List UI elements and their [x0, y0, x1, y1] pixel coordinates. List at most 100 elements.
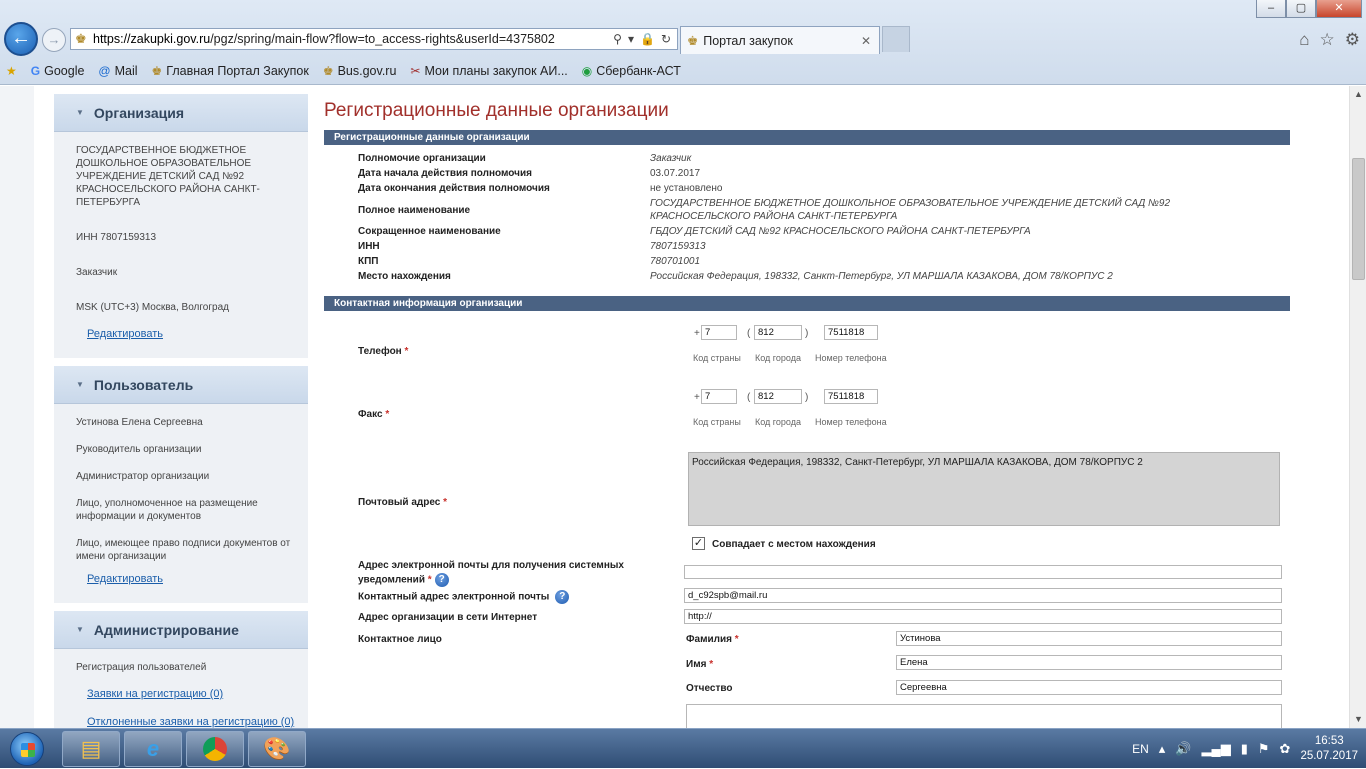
taskbar-internet-explorer[interactable]: e: [124, 731, 182, 767]
system-email-input[interactable]: [684, 565, 1282, 579]
page-scrollbar[interactable]: ▲ ▼: [1349, 86, 1366, 728]
website-input[interactable]: http://: [684, 609, 1282, 624]
back-button[interactable]: ←: [4, 22, 38, 56]
scroll-down-arrow-icon[interactable]: ▼: [1350, 711, 1366, 728]
action-center-flag-icon[interactable]: ⚑: [1258, 741, 1270, 757]
surname-input[interactable]: Устинова: [896, 631, 1282, 646]
fax-city-code-input[interactable]: 812: [754, 389, 802, 404]
tools-icon: ✂: [410, 64, 421, 78]
new-tab-button[interactable]: [882, 26, 910, 52]
system-tray: EN ▴ 🔊 ▂▄▆ ▮ ⚑ ✿ 16:53 25.07.2017: [1132, 729, 1358, 769]
favorites-bar: ★ G Google @ Mail ♚ Главная Портал Закупок …: [0, 60, 1366, 82]
windows-taskbar: ▤ e 🎨 EN ▴ 🔊 ▂▄▆ ▮ ⚑ ✿ 16:53 25.07.2017: [0, 728, 1366, 768]
sidebar-panel-header[interactable]: ▼ Пользователь: [54, 366, 308, 404]
same-as-location-checkbox[interactable]: ✓: [692, 537, 705, 550]
favorites-add-icon[interactable]: ★: [6, 64, 17, 78]
org-name: ГОСУДАРСТВЕННОЕ БЮДЖЕТНОЕ ДОШКОЛЬНОЕ ОБР…: [76, 145, 260, 208]
clock-date: 25.07.2017: [1300, 750, 1358, 762]
sidebar-panel-admin: ▼ Администрирование Регистрация пользова…: [54, 611, 308, 728]
contact-person-label: Контактное лицо: [358, 634, 442, 645]
tray-arrow-icon[interactable]: ▴: [1159, 741, 1166, 757]
sidebar-panel-user: ▼ Пользователь Устинова Елена Сергеевна …: [54, 366, 308, 603]
contact-email-label: Контактный адрес электронной почты?: [358, 590, 570, 604]
clock[interactable]: 16:53 25.07.2017: [1300, 734, 1358, 764]
minimize-button[interactable]: –: [1256, 0, 1286, 18]
refresh-icon[interactable]: ↻: [661, 32, 671, 46]
surname-label: Фамилия *: [686, 634, 739, 645]
search-icon[interactable]: ⚲: [613, 32, 622, 46]
org-timezone: MSK (UTC+3) Москва, Волгоград: [76, 302, 229, 313]
user-role: Лицо, уполномоченное на размещение инфор…: [76, 498, 258, 522]
patronymic-input[interactable]: Сергеевна: [896, 680, 1282, 695]
network-signal-icon[interactable]: ▂▄▆: [1202, 741, 1231, 757]
field-label: Дата начала действия полномочия: [358, 168, 532, 179]
folder-icon: ▤: [80, 736, 102, 761]
section-header-registration: Регистрационные данные организации: [324, 130, 1290, 145]
collapse-triangle-icon: ▼: [76, 380, 84, 389]
rejected-requests-link[interactable]: Отклоненные заявки на регистрацию (0): [87, 716, 308, 728]
field-value: не установлено: [650, 183, 723, 194]
org-inn: ИНН 7807159313: [76, 232, 157, 243]
main-content: Регистрационные данные организации Регис…: [324, 100, 1290, 311]
favorite-busgov[interactable]: ♚ Bus.gov.ru: [323, 64, 397, 78]
field-value: 03.07.2017: [650, 168, 701, 179]
postal-address-textarea[interactable]: Российская Федерация, 198332, Санкт-Пете…: [688, 452, 1280, 526]
fax-country-code-input[interactable]: 7: [701, 389, 737, 404]
phone-number-caption: Номер телефона: [815, 417, 887, 427]
page-gutter: [0, 86, 34, 728]
edit-user-link[interactable]: Редактировать: [87, 573, 308, 585]
field-label: Дата окончания действия полномочия: [358, 183, 550, 194]
phone-label: Телефон *: [358, 346, 409, 357]
address-bar[interactable]: ♚ https://zakupki.gov.ru/pgz/spring/main…: [70, 28, 678, 50]
contact-email-input[interactable]: d_c92spb@mail.ru: [684, 588, 1282, 603]
close-tab-icon[interactable]: ✕: [861, 34, 871, 48]
help-icon[interactable]: ?: [555, 590, 570, 604]
contact-extra-textarea[interactable]: [686, 704, 1282, 728]
close-window-button[interactable]: ✕: [1316, 0, 1362, 18]
field-value: 780701001: [650, 256, 701, 267]
taskbar-explorer[interactable]: ▤: [62, 731, 120, 767]
tray-app-icon[interactable]: ✿: [1280, 741, 1291, 757]
help-icon[interactable]: ?: [434, 573, 449, 587]
dropdown-icon[interactable]: ▾: [628, 32, 634, 46]
url-text[interactable]: https://zakupki.gov.ru/pgz/spring/main-f…: [93, 32, 613, 46]
scroll-up-arrow-icon[interactable]: ▲: [1350, 86, 1366, 103]
favorite-zakupki[interactable]: ♚ Главная Портал Закупок: [152, 64, 309, 78]
favorite-sberbank[interactable]: ◉ Сбербанк-АСТ: [582, 64, 681, 78]
lock-icon[interactable]: 🔒: [640, 32, 655, 46]
field-value: Российская Федерация, 198332, Санкт-Пете…: [650, 271, 1113, 282]
sidebar-panel-header[interactable]: ▼ Администрирование: [54, 611, 308, 649]
window-controls: – ▢ ✕: [1256, 0, 1362, 18]
favorite-plans[interactable]: ✂ Мои планы закупок АИ...: [410, 64, 567, 78]
browser-chrome: – ▢ ✕ ← → ♚ https://zakupki.gov.ru/pgz/s…: [0, 0, 1366, 85]
phone-city-code-input[interactable]: 812: [754, 325, 802, 340]
arrow-right-icon: →: [47, 32, 61, 47]
volume-icon[interactable]: 🔊: [1175, 741, 1191, 757]
taskbar-paint[interactable]: 🎨: [248, 731, 306, 767]
tab-portal[interactable]: ♚ Портал закупок ✕: [680, 26, 880, 54]
home-icon[interactable]: ⌂: [1299, 30, 1309, 50]
field-value: ГБДОУ ДЕТСКИЙ САД №92 КРАСНОСЕЛЬСКОГО РА…: [650, 226, 1031, 237]
forward-button[interactable]: →: [42, 28, 66, 52]
maximize-button[interactable]: ▢: [1286, 0, 1316, 18]
taskbar-chrome[interactable]: [186, 731, 244, 767]
scroll-thumb[interactable]: [1352, 158, 1365, 280]
phone-number-input[interactable]: 7511818: [824, 325, 878, 340]
phone-country-code-input[interactable]: 7: [701, 325, 737, 340]
start-button[interactable]: [4, 729, 50, 769]
field-value: 7807159313: [650, 241, 706, 252]
registration-details: Полномочие организации Заказчик Дата нач…: [324, 145, 1290, 294]
settings-gear-icon[interactable]: ⚙: [1345, 30, 1360, 50]
favorites-star-icon[interactable]: ☆: [1320, 30, 1335, 50]
edit-organization-link[interactable]: Редактировать: [87, 328, 308, 340]
favorite-mail[interactable]: @ Mail: [98, 64, 137, 78]
registration-requests-link[interactable]: Заявки на регистрацию (0): [87, 688, 308, 700]
fax-number-input[interactable]: 7511818: [824, 389, 878, 404]
favorite-google[interactable]: G Google: [31, 64, 85, 78]
language-indicator[interactable]: EN: [1132, 742, 1149, 756]
name-input[interactable]: Елена: [896, 655, 1282, 670]
sidebar-panel-header[interactable]: ▼ Организация: [54, 94, 308, 132]
city-code-caption: Код города: [755, 417, 801, 427]
paint-palette-icon: 🎨: [263, 736, 291, 761]
battery-icon[interactable]: ▮: [1241, 741, 1248, 757]
